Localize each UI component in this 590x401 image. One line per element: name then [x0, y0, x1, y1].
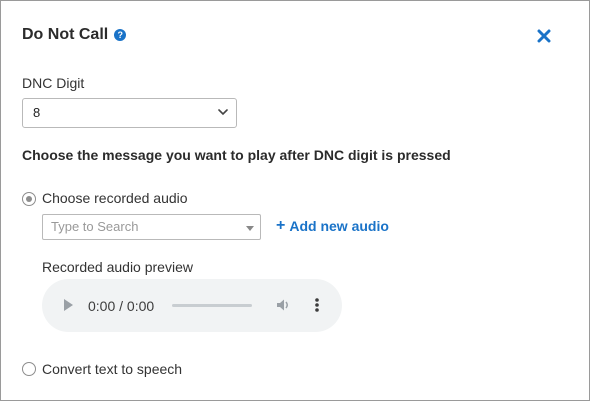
more-options-icon[interactable]: [314, 297, 320, 313]
text-to-speech-label[interactable]: Convert text to speech: [42, 361, 182, 377]
audio-player: 0:00 / 0:00: [42, 279, 342, 332]
plus-icon: +: [276, 217, 286, 234]
audio-preview-label: Recorded audio preview: [42, 259, 193, 275]
volume-icon[interactable]: [275, 297, 291, 313]
dnc-digit-value: 8: [33, 105, 41, 120]
play-icon[interactable]: [64, 299, 73, 311]
dialog-title-text: Do Not Call: [22, 26, 109, 43]
dnc-digit-label: DNC Digit: [22, 75, 85, 91]
add-new-audio-label: Add new audio: [289, 218, 389, 234]
recorded-audio-radio[interactable]: [22, 192, 36, 206]
audio-progress-slider[interactable]: [172, 304, 252, 307]
do-not-call-dialog: Do Not Call ? DNC Digit 8 Choose the mes…: [0, 0, 590, 401]
dialog-title: Do Not Call ?: [22, 26, 127, 44]
dnc-digit-select[interactable]: 8: [22, 98, 237, 128]
audio-time: 0:00 / 0:00: [88, 298, 155, 314]
close-icon[interactable]: [537, 29, 551, 43]
add-new-audio-link[interactable]: + Add new audio: [276, 217, 389, 235]
message-heading: Choose the message you want to play afte…: [22, 147, 451, 163]
question-circle-icon[interactable]: ?: [114, 29, 127, 41]
recorded-audio-label[interactable]: Choose recorded audio: [42, 190, 188, 206]
audio-search-input[interactable]: Type to Search: [42, 214, 261, 240]
dropdown-arrow-icon: [246, 226, 254, 231]
audio-search-placeholder: Type to Search: [51, 219, 139, 234]
chevron-down-icon: [218, 109, 228, 116]
text-to-speech-radio[interactable]: [22, 362, 36, 376]
